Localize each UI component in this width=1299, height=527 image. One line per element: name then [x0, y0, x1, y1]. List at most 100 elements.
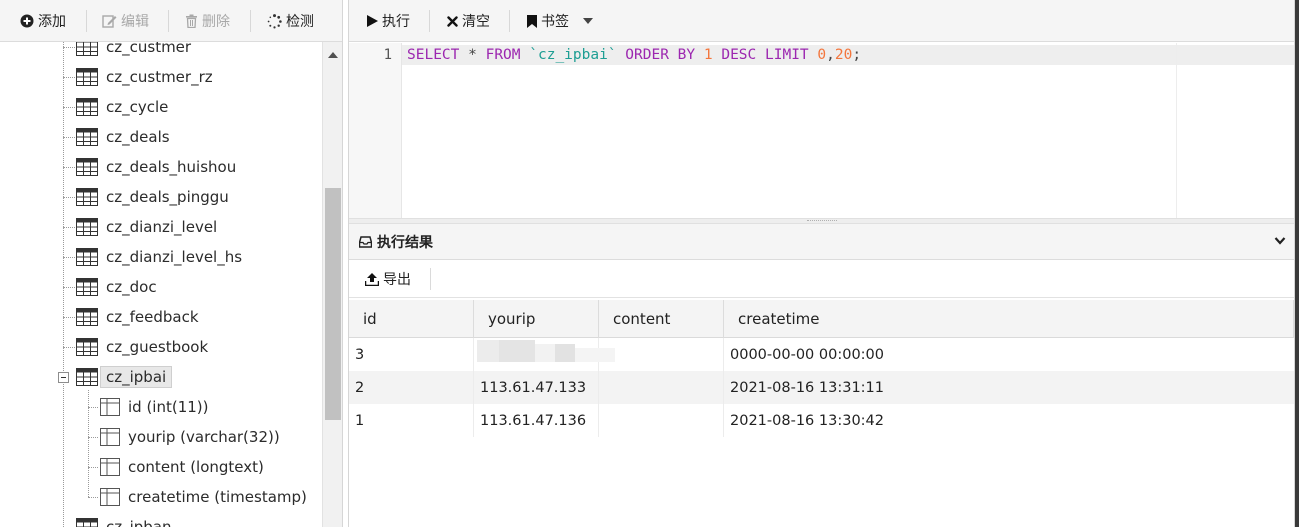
result-grid: id yourip content createtime 3 0000-00-0…: [349, 300, 1294, 527]
line-gutter: 1: [349, 43, 402, 218]
collapse-toggle[interactable]: [58, 372, 69, 383]
line-number: 1: [383, 47, 392, 63]
delete-button[interactable]: 删除: [185, 0, 230, 42]
sql-keyword: ORDER BY: [625, 47, 696, 63]
cell-yourip[interactable]: 113.61.47.136: [474, 404, 599, 437]
table-name: cz_dianzi_level: [106, 218, 218, 236]
table-name: cz_custmer_rz: [106, 68, 213, 86]
tree-column-item[interactable]: id (int(11)): [100, 392, 209, 422]
tree-table-item[interactable]: cz_custmer: [76, 42, 191, 62]
table-name: cz_ipban: [106, 518, 172, 527]
tree-table-item[interactable]: cz_feedback: [76, 302, 199, 332]
table-name: cz_ipbai: [100, 366, 173, 388]
run-label: 执行: [382, 14, 410, 30]
cell-createtime[interactable]: 2021-08-16 13:30:42: [724, 404, 1294, 437]
column-header-id[interactable]: id: [349, 300, 474, 338]
cell-yourip[interactable]: 113.61.47.133: [474, 371, 599, 404]
table-icon: [76, 158, 98, 176]
chevron-down-icon[interactable]: [1274, 236, 1286, 246]
tree-column-item[interactable]: content (longtext): [100, 452, 264, 482]
bookmark-icon: [527, 14, 537, 28]
column-icon: [100, 398, 120, 416]
clear-button[interactable]: 清空: [447, 0, 490, 42]
sql-editor[interactable]: 1 SELECT * FROM `cz_ipbai` ORDER BY 1 DE…: [349, 43, 1294, 218]
sql-keyword: FROM: [485, 47, 521, 63]
bookmark-dropdown[interactable]: 书签: [527, 0, 593, 42]
cell-content[interactable]: [599, 338, 724, 371]
tree-table-item[interactable]: cz_doc: [76, 272, 157, 302]
cell-id[interactable]: 1: [349, 404, 474, 437]
sql-number: 20: [834, 47, 853, 63]
tree-table-item[interactable]: cz_guestbook: [76, 332, 208, 362]
delete-label: 删除: [202, 14, 230, 30]
table-name: cz_custmer: [106, 42, 192, 56]
tree-guide-line: [88, 497, 98, 498]
table-icon: [76, 188, 98, 206]
cell-content[interactable]: [599, 404, 724, 437]
sql-comma: ,: [826, 47, 835, 63]
sql-keyword: DESC: [721, 47, 757, 63]
table-row[interactable]: 2 113.61.47.133 2021-08-16 13:31:11: [349, 371, 1294, 404]
sql-semicolon: ;: [852, 47, 862, 63]
drag-grip-icon[interactable]: [807, 220, 837, 222]
cell-createtime[interactable]: 2021-08-16 13:31:11: [724, 371, 1294, 404]
scroll-up-arrow-icon[interactable]: [328, 52, 338, 58]
tree-table-item-selected[interactable]: cz_ipbai: [76, 362, 173, 392]
tree-guide-line: [63, 107, 75, 108]
cell-id[interactable]: 2: [349, 371, 474, 404]
column-icon: [100, 428, 120, 446]
table-name: cz_feedback: [106, 308, 199, 326]
tree-column-item[interactable]: createtime (timestamp): [100, 482, 307, 512]
spinner-icon: [267, 13, 282, 28]
check-button[interactable]: 检测: [267, 0, 314, 42]
result-header: 执行结果: [349, 224, 1294, 260]
tree-table-item[interactable]: cz_deals: [76, 122, 170, 152]
cell-createtime[interactable]: 0000-00-00 00:00:00: [724, 338, 1294, 371]
column-header-yourip[interactable]: yourip: [474, 300, 599, 338]
tree-table-item[interactable]: cz_dianzi_level: [76, 212, 217, 242]
tree-table-item[interactable]: cz_deals_pinggu: [76, 182, 229, 212]
tree-guide-line: [63, 347, 75, 348]
add-button[interactable]: 添加: [20, 0, 66, 42]
tree-table-item[interactable]: cz_dianzi_level_hs: [76, 242, 242, 272]
column-header-createtime[interactable]: createtime: [724, 300, 1294, 338]
sql-keyword: SELECT: [407, 47, 460, 63]
play-icon: [367, 15, 378, 27]
sql-code-line[interactable]: SELECT * FROM `cz_ipbai` ORDER BY 1 DESC…: [407, 45, 861, 65]
schema-toolbar: 添加 编辑 删除 检测: [0, 0, 342, 42]
print-margin: [1176, 43, 1177, 218]
result-title: 执行结果: [359, 224, 433, 260]
cell-content[interactable]: [599, 371, 724, 404]
tree-guide-line: [63, 137, 75, 138]
table-name: cz_deals: [106, 128, 170, 146]
tree-table-item[interactable]: cz_deals_huishou: [76, 152, 236, 182]
tree-column-item[interactable]: yourip (varchar(32)): [100, 422, 280, 452]
grid-header: id yourip content createtime: [349, 300, 1294, 338]
tree-table-item[interactable]: cz_ipban: [76, 512, 172, 527]
run-button[interactable]: 执行: [367, 0, 410, 42]
sql-number: 0: [817, 47, 827, 63]
table-name: cz_deals_huishou: [106, 158, 237, 176]
scrollbar-thumb[interactable]: [325, 188, 341, 420]
chevron-down-icon: [583, 18, 593, 24]
sql-keyword: LIMIT: [765, 47, 809, 63]
bookmark-label: 书签: [541, 14, 569, 30]
table-icon: [76, 42, 98, 56]
table-row[interactable]: 1 113.61.47.136 2021-08-16 13:30:42: [349, 404, 1294, 437]
tree-table-item[interactable]: cz_cycle: [76, 92, 168, 122]
table-name: cz_dianzi_level_hs: [106, 248, 243, 266]
edit-button[interactable]: 编辑: [102, 0, 149, 42]
edit-label: 编辑: [121, 14, 149, 30]
tree-scrollbar[interactable]: [322, 42, 342, 527]
tree-guide-line: [63, 317, 75, 318]
column-name: id (int(11)): [128, 398, 209, 416]
tree-table-item[interactable]: cz_custmer_rz: [76, 62, 213, 92]
column-icon: [100, 488, 120, 506]
table-row[interactable]: 3 0000-00-00 00:00:00: [349, 338, 1294, 371]
sql-identifier: `cz_ipbai`: [529, 47, 617, 63]
export-button[interactable]: 导出: [365, 260, 411, 298]
cell-id[interactable]: 3: [349, 338, 474, 371]
tree-guide-line: [63, 227, 75, 228]
window-edge: [1295, 0, 1299, 527]
column-header-content[interactable]: content: [599, 300, 724, 338]
